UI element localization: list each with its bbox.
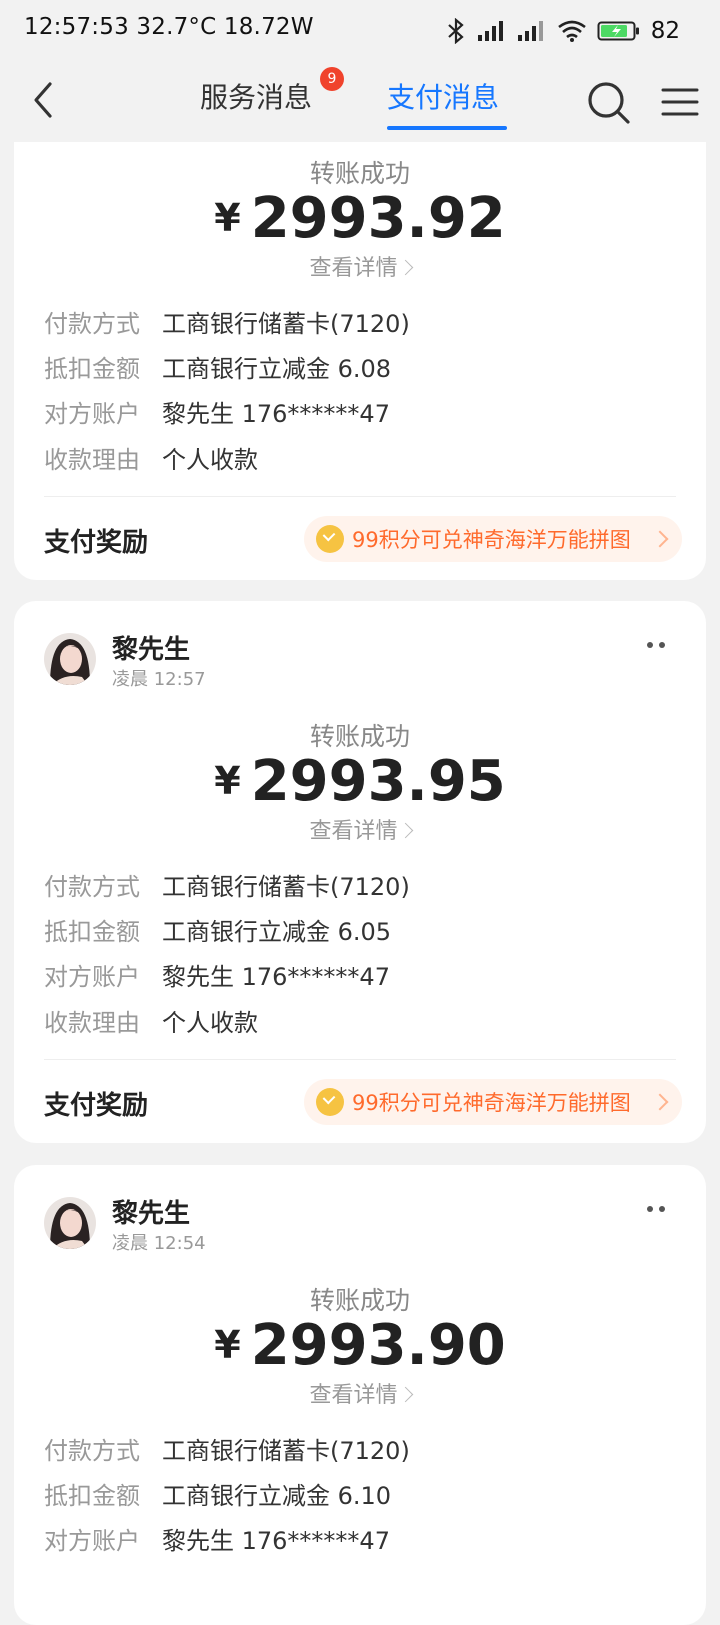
row-label: 抵扣金额 xyxy=(44,918,140,946)
row-label: 对方账户 xyxy=(44,400,140,428)
chevron-right-icon xyxy=(651,1093,669,1111)
back-icon[interactable] xyxy=(26,78,66,122)
status-icons: 82 xyxy=(445,14,680,48)
currency-symbol: ¥ xyxy=(214,196,241,240)
sender-name: 黎先生 xyxy=(112,1199,191,1229)
active-tab-indicator xyxy=(387,126,507,130)
unread-badge: 9 xyxy=(320,67,344,91)
view-details-link[interactable]: 查看详情 xyxy=(14,1377,706,1409)
view-details-label: 查看详情 xyxy=(309,256,398,281)
reward-title: 支付奖励 xyxy=(44,528,149,558)
row-value: 黎先生 176******47 xyxy=(162,400,390,428)
row-value: 黎先生 176******47 xyxy=(162,963,390,991)
reward-promo-button[interactable]: 99积分可兑神奇海洋万能拼图 xyxy=(304,1079,682,1125)
message-time: 凌晨 12:57 xyxy=(112,669,206,690)
reward-promo-button[interactable]: 99积分可兑神奇海洋万能拼图 xyxy=(304,516,682,562)
payment-card[interactable]: 黎先生 凌晨 12:57 转账成功 ¥2993.95 查看详情 付款方式 工商银行… xyxy=(14,601,706,1143)
transfer-amount: ¥2993.95 xyxy=(14,749,706,814)
row-value: 工商银行立减金 6.08 xyxy=(162,355,392,383)
currency-symbol: ¥ xyxy=(214,759,241,803)
reward-promo-text: 99积分可兑神奇海洋万能拼图 xyxy=(352,1091,631,1115)
status-bar-info: 12:57:53 32.7°C 18.72W xyxy=(24,14,314,40)
sender-name: 黎先生 xyxy=(112,635,191,665)
row-value: 个人收款 xyxy=(162,1009,258,1037)
avatar[interactable] xyxy=(44,1197,96,1249)
transfer-status: 转账成功 xyxy=(309,1286,410,1315)
card-header: 黎先生 凌晨 12:57 xyxy=(44,633,684,690)
coin-icon xyxy=(316,1088,344,1116)
row-label: 付款方式 xyxy=(44,310,140,338)
avatar-image xyxy=(44,633,96,685)
transfer-amount: ¥2993.92 xyxy=(14,186,706,251)
chevron-right-icon xyxy=(397,1386,413,1403)
divider xyxy=(44,496,676,497)
view-details-label: 查看详情 xyxy=(309,1383,398,1408)
transfer-status: 转账成功 xyxy=(309,722,410,751)
avatar[interactable] xyxy=(44,633,96,685)
chevron-right-icon xyxy=(651,530,669,548)
cell-signal-icon xyxy=(477,21,503,41)
row-label: 对方账户 xyxy=(44,1527,140,1555)
row-value: 个人收款 xyxy=(162,446,258,474)
chevron-right-icon xyxy=(397,259,413,276)
view-details-label: 查看详情 xyxy=(309,819,398,844)
coin-icon xyxy=(316,525,344,553)
menu-icon[interactable] xyxy=(660,82,700,122)
row-value: 工商银行立减金 6.05 xyxy=(162,918,392,946)
transfer-amount: ¥2993.90 xyxy=(14,1313,706,1378)
amount-value: 2993.90 xyxy=(250,1313,506,1378)
row-label: 对方账户 xyxy=(44,963,140,991)
currency-symbol: ¥ xyxy=(214,1323,241,1367)
transfer-status: 转账成功 xyxy=(309,159,410,188)
battery-icon xyxy=(597,21,639,41)
row-value: 黎先生 176******47 xyxy=(162,1527,390,1555)
tab-service-messages[interactable]: 服务消息 xyxy=(200,78,312,122)
view-details-link[interactable]: 查看详情 xyxy=(14,813,706,845)
tab-payment-messages[interactable]: 支付消息 xyxy=(387,78,499,122)
payment-card[interactable]: 黎先生 凌晨 12:54 转账成功 ¥2993.90 查看详情 付款方式 工商银行… xyxy=(14,1165,706,1625)
search-icon[interactable] xyxy=(586,80,632,126)
row-value: 工商银行储蓄卡(7120) xyxy=(162,1437,410,1465)
row-label: 抵扣金额 xyxy=(44,355,140,383)
battery-level: 82 xyxy=(650,18,680,44)
row-value: 工商银行储蓄卡(7120) xyxy=(162,310,410,338)
row-value: 工商银行立减金 6.10 xyxy=(162,1482,392,1510)
bluetooth-icon xyxy=(447,18,464,44)
message-time: 凌晨 12:54 xyxy=(112,1233,206,1254)
status-bar: 12:57:53 32.7°C 18.72W 82 xyxy=(0,0,720,60)
more-icon[interactable] xyxy=(644,639,670,651)
nav-bar: 服务消息 支付消息 9 xyxy=(0,60,720,142)
amount-value: 2993.92 xyxy=(250,186,506,251)
amount-value: 2993.95 xyxy=(250,749,506,814)
row-label: 付款方式 xyxy=(44,873,140,901)
payment-card[interactable]: 转账成功 ¥2993.92 查看详情 付款方式 工商银行储蓄卡(7120) 抵扣金… xyxy=(14,142,706,580)
cell-signal-2-icon xyxy=(517,21,543,41)
chevron-right-icon xyxy=(397,822,413,839)
reward-title: 支付奖励 xyxy=(44,1091,149,1121)
row-label: 付款方式 xyxy=(44,1437,140,1465)
wifi-icon xyxy=(557,20,586,42)
row-value: 工商银行储蓄卡(7120) xyxy=(162,873,410,901)
more-icon[interactable] xyxy=(644,1203,670,1215)
card-header: 黎先生 凌晨 12:54 xyxy=(44,1197,684,1254)
row-label: 收款理由 xyxy=(44,446,140,474)
view-details-link[interactable]: 查看详情 xyxy=(14,250,706,282)
divider xyxy=(44,1059,676,1060)
avatar-image xyxy=(44,1197,96,1249)
row-label: 抵扣金额 xyxy=(44,1482,140,1510)
reward-promo-text: 99积分可兑神奇海洋万能拼图 xyxy=(352,528,631,552)
row-label: 收款理由 xyxy=(44,1009,140,1037)
